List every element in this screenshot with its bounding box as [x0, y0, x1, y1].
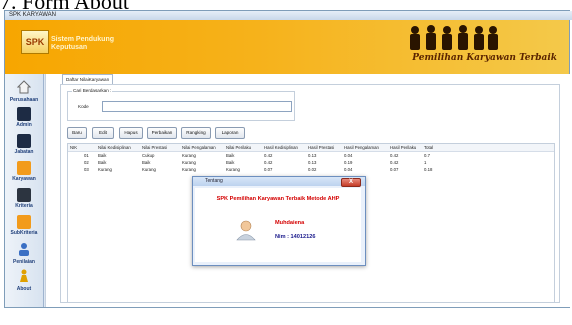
- column-header[interactable]: Nilai Prestasi: [142, 144, 167, 151]
- dialog-body: SPK Pemilihan Karyawan Terbaik Metode AH…: [195, 188, 361, 262]
- dialog-title: Tentang: [205, 178, 223, 184]
- table-cell: Kurang: [98, 167, 112, 172]
- table-cell: Baik: [98, 160, 107, 165]
- logo-subtitle-line2: Keputusan: [51, 44, 88, 51]
- sidebar-item-label: Penilaian: [13, 259, 35, 265]
- edit-button[interactable]: Edit: [92, 127, 114, 139]
- sidebar-item-about[interactable]: About: [5, 269, 43, 292]
- table-row[interactable]: 01 Baik Cukup Kurang Baik 0.42 0.13 0.04…: [68, 152, 554, 159]
- dialog-titlebar: Tentang X: [193, 177, 365, 187]
- column-header[interactable]: Hasil Kedisiplinan: [264, 144, 298, 151]
- table-cell: 0.18: [424, 167, 433, 172]
- close-button[interactable]: X: [341, 178, 361, 187]
- banner-slogan: Pemilihan Karyawan Terbaik: [412, 53, 557, 63]
- baru-button[interactable]: Baru: [67, 127, 87, 139]
- penilaian-icon: [19, 243, 29, 256]
- table-cell: Kurang: [182, 160, 196, 165]
- column-header[interactable]: Hasil Pengalaman: [344, 144, 379, 151]
- table-cell: 0.07: [390, 167, 399, 172]
- table-cell: Baik: [226, 160, 235, 165]
- table-cell: 0.13: [308, 160, 317, 165]
- user-avatar-icon: [236, 220, 256, 241]
- about-icon: [20, 269, 28, 282]
- subkriteria-icon: [17, 215, 31, 229]
- sidebar-item-label: Kriteria: [15, 203, 33, 209]
- logo-subtitle: Sistem Pendukung Keputusan: [51, 36, 114, 52]
- author-nim: Nim : 14012126: [275, 234, 316, 240]
- table-cell: 02: [84, 160, 89, 165]
- about-heading: SPK Pemilihan Karyawan Terbaik Metode AH…: [216, 196, 340, 202]
- table-cell: 1: [424, 160, 427, 165]
- search-input[interactable]: [102, 101, 292, 112]
- table-cell: 0.42: [390, 160, 399, 165]
- table-header-row: NIK Nilai Kedisiplinan Nilai Prestasi Ni…: [68, 144, 554, 152]
- sidebar-item-label: Karyawan: [12, 176, 36, 182]
- column-header[interactable]: Total: [424, 144, 433, 151]
- table-cell: Kurang: [182, 153, 196, 158]
- author-name: Muhdaiena: [275, 220, 305, 226]
- rangking-button[interactable]: Rangking: [181, 127, 211, 139]
- laporan-button[interactable]: Laporan: [215, 127, 245, 139]
- table-cell: Cukup: [142, 153, 155, 158]
- table-cell: 0.42: [390, 153, 399, 158]
- table-cell: 0.42: [264, 160, 273, 165]
- table-cell: 0.42: [264, 153, 273, 158]
- sidebar-item-label: SubKriteria: [10, 230, 38, 236]
- sidebar-item-subkriteria[interactable]: SubKriteria: [5, 215, 43, 236]
- column-header[interactable]: Nilai Perilaku: [226, 144, 251, 151]
- header-banner: SPK Sistem Pendukung Keputusan Pemilihan…: [5, 20, 569, 74]
- sidebar-item-kriteria[interactable]: Kriteria: [5, 188, 43, 209]
- kriteria-icon: [17, 188, 31, 202]
- table-cell: Baik: [226, 153, 235, 158]
- table-cell: Baik: [98, 153, 107, 158]
- sidebar-item-perusahaan[interactable]: Perusahaan: [5, 80, 43, 103]
- table-cell: 0.19: [344, 160, 353, 165]
- jabatan-icon: [17, 134, 31, 148]
- sidebar-item-label: Jabatan: [14, 149, 34, 155]
- sidebar-item-label: Admin: [16, 122, 32, 128]
- people-silhouette-icon: [410, 25, 498, 50]
- logo-subtitle-line1: Sistem Pendukung: [51, 36, 115, 43]
- table-row[interactable]: 02 Baik Baik Kurang Baik 0.42 0.13 0.19 …: [68, 159, 554, 166]
- table-cell: 0.7: [424, 153, 430, 158]
- sidebar-item-karyawan[interactable]: Karyawan: [5, 161, 43, 182]
- sidebar-item-jabatan[interactable]: Jabatan: [5, 134, 43, 155]
- table-cell: 0.04: [344, 167, 353, 172]
- spk-logo: SPK: [21, 30, 49, 54]
- admin-icon: [17, 107, 31, 121]
- sidebar-item-label: About: [16, 286, 32, 292]
- table-cell: Baik: [142, 160, 151, 165]
- perbaikan-button[interactable]: Perbaikan: [147, 127, 177, 139]
- karyawan-icon: [17, 161, 31, 175]
- hapus-button[interactable]: Hapus: [119, 127, 143, 139]
- column-header[interactable]: Hasil Perilaku: [390, 144, 416, 151]
- column-header[interactable]: NIK: [70, 144, 77, 151]
- table-cell: 0.02: [308, 167, 317, 172]
- table-cell: 0.07: [264, 167, 273, 172]
- about-dialog: Tentang X SPK Pemilihan Karyawan Terbaik…: [192, 176, 366, 266]
- search-field-label: Kode: [78, 104, 89, 109]
- table-cell: Kurang: [182, 167, 196, 172]
- home-icon: [16, 80, 32, 94]
- table-cell: Kurang: [226, 167, 240, 172]
- table-cell: 0.04: [344, 153, 353, 158]
- table-row[interactable]: 03 Kurang Kurang Kurang Kurang 0.07 0.02…: [68, 166, 554, 173]
- table-cell: Kurang: [142, 167, 156, 172]
- sidebar-item-label: Perusahaan: [9, 97, 39, 103]
- table-cell: 03: [84, 167, 89, 172]
- sidebar: Perusahaan Admin Jabatan Karyawan Kriter…: [5, 74, 44, 307]
- search-group-label: Cari Berdasarkan :: [72, 88, 113, 93]
- window-title: SPK KARYAWAN: [5, 11, 572, 20]
- table-cell: 01: [84, 153, 89, 158]
- table-cell: 0.13: [308, 153, 317, 158]
- column-header[interactable]: Nilai Kedisiplinan: [98, 144, 131, 151]
- sidebar-item-admin[interactable]: Admin: [5, 107, 43, 128]
- search-group: Cari Berdasarkan : Kode: [67, 88, 295, 121]
- column-header[interactable]: Nilai Pengalaman: [182, 144, 216, 151]
- sidebar-item-penilaian[interactable]: Penilaian: [5, 242, 43, 265]
- column-header[interactable]: Hasil Prestasi: [308, 144, 334, 151]
